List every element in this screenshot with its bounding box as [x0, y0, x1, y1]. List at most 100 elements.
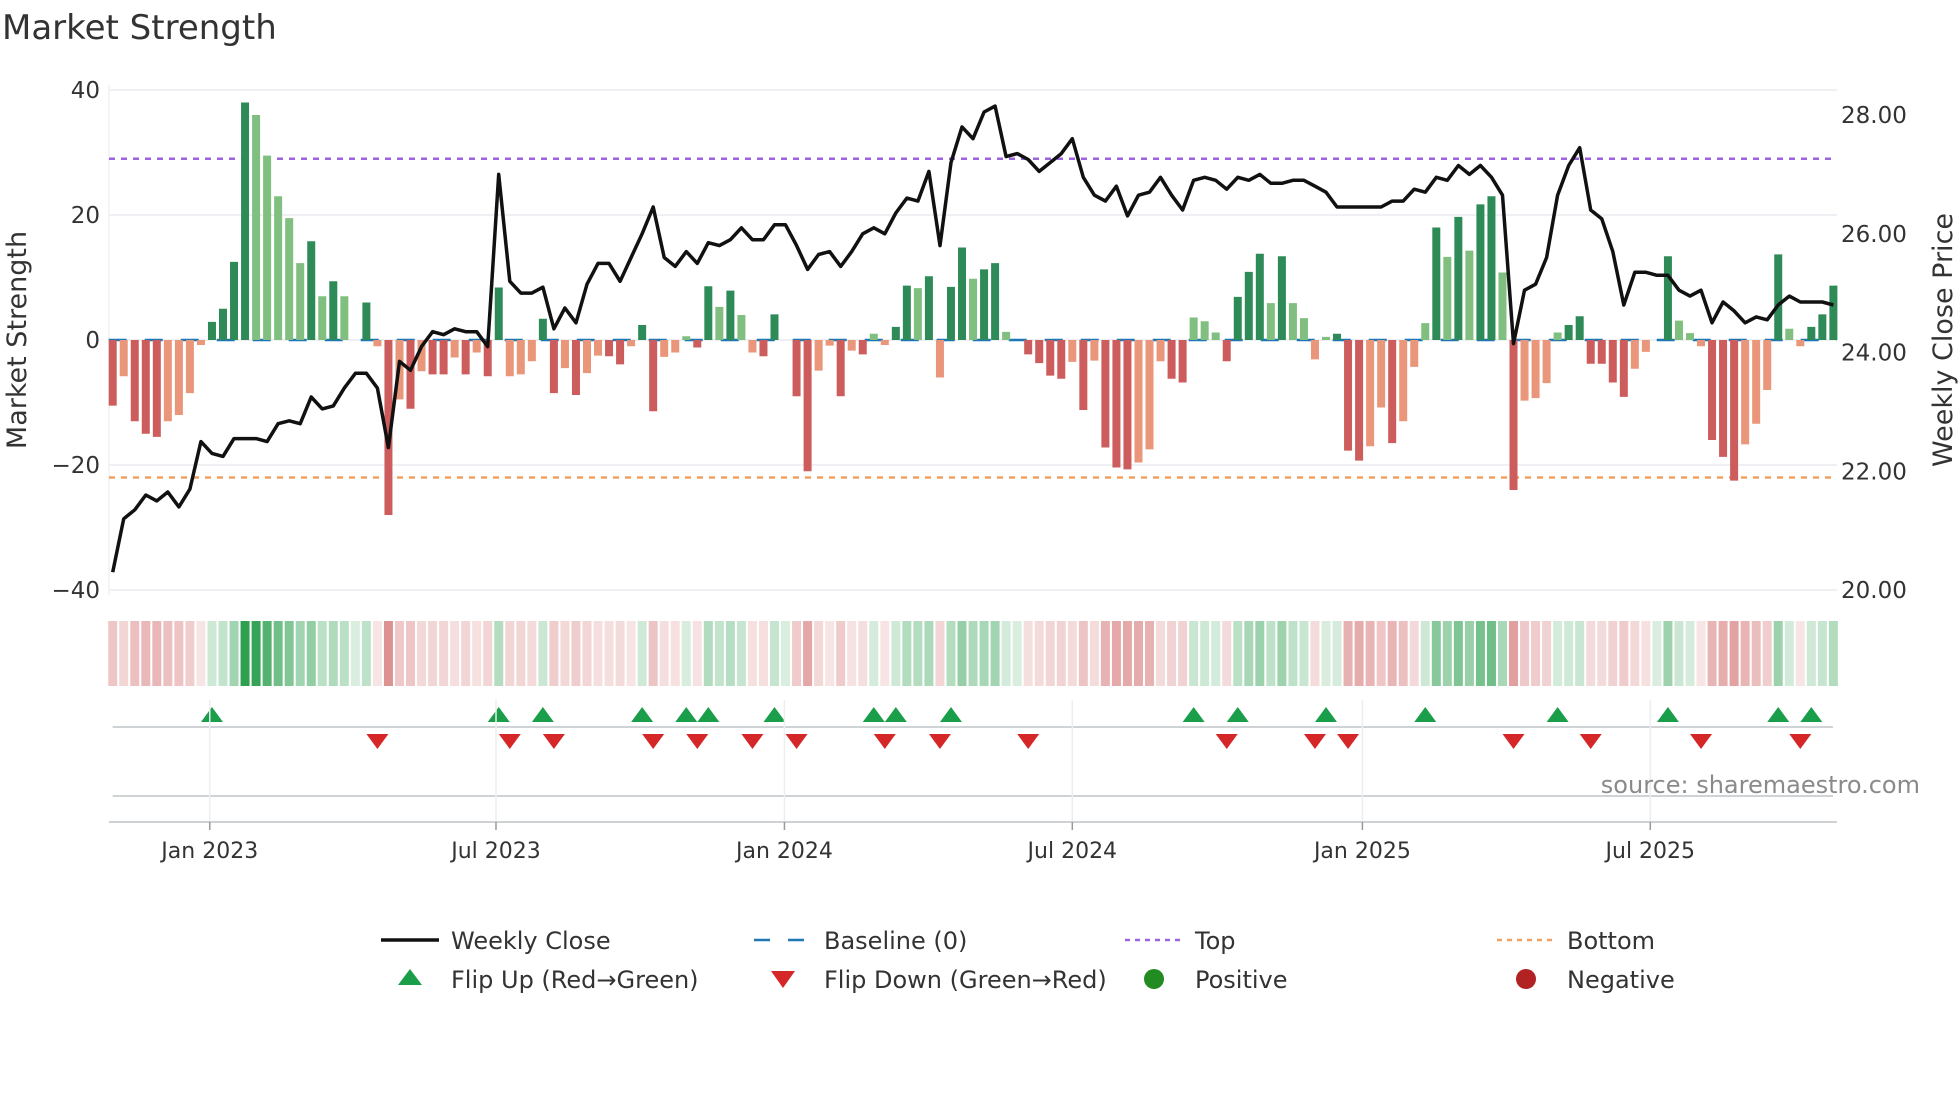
strip-cell: [1762, 621, 1772, 686]
strip-cell: [1475, 621, 1485, 686]
strip-cell: [792, 621, 802, 686]
strip-cell: [648, 621, 658, 686]
strip-cell: [284, 621, 294, 686]
strength-bar: [1763, 340, 1772, 390]
strength-bar: [605, 340, 614, 357]
flip-down-marker: [498, 734, 521, 749]
strip-cell: [626, 621, 636, 686]
triangle-up-icon: [398, 969, 422, 985]
strip-cell: [1575, 621, 1585, 686]
strength-bar: [1388, 340, 1397, 444]
strength-bar: [1719, 340, 1728, 457]
strip-cell: [1806, 621, 1816, 686]
x-tick-label: Jul 2023: [449, 839, 541, 864]
strip-cell: [1729, 621, 1739, 686]
strip-cell: [1122, 621, 1132, 686]
strip-cell: [990, 621, 1000, 686]
strength-bar: [1046, 340, 1055, 376]
flip-down-marker: [1303, 734, 1326, 749]
strip-cell: [1564, 621, 1574, 686]
strip-cell: [196, 621, 206, 686]
strength-bar: [461, 340, 470, 375]
strength-bar: [1288, 303, 1297, 340]
triangle-down-icon: [771, 971, 795, 988]
strength-bar: [1586, 340, 1595, 364]
strip-cell: [858, 621, 868, 686]
strength-bar: [340, 296, 349, 340]
legend-label: Bottom: [1567, 927, 1655, 955]
x-tick-label: Jan 2025: [1312, 839, 1411, 864]
strip-cell: [1619, 621, 1629, 686]
flip-up-marker: [531, 707, 554, 722]
strip-cell: [880, 621, 890, 686]
strip-cell: [935, 621, 945, 686]
strength-bar: [1123, 340, 1132, 470]
strip-cell: [1145, 621, 1155, 686]
strength-bar: [1211, 332, 1220, 340]
strength-bar: [693, 340, 702, 348]
legend-item: Top: [1125, 927, 1236, 955]
strip-cell: [1707, 621, 1717, 686]
strip-cell: [1211, 621, 1221, 686]
strength-bar: [1630, 340, 1639, 369]
source-label: source: sharemaestro.com: [1601, 771, 1920, 799]
flip-down-marker: [642, 734, 665, 749]
strength-bar: [1068, 340, 1077, 362]
strength-bar: [1421, 323, 1430, 340]
strip-cell: [306, 621, 316, 686]
strength-bar: [902, 285, 911, 340]
legend-label: Baseline (0): [824, 927, 967, 955]
strip-cell: [703, 621, 713, 686]
strength-bar: [174, 340, 183, 415]
strength-bar: [1575, 316, 1584, 340]
flip-up-marker: [200, 707, 223, 722]
strip-cell: [1288, 621, 1298, 686]
strength-bar: [1774, 254, 1783, 340]
y-tick-label: −20: [51, 453, 100, 479]
strength-bar: [516, 340, 525, 375]
strip-cell: [1663, 621, 1673, 686]
strength-bar: [1597, 340, 1606, 364]
strip-cell: [1464, 621, 1474, 686]
flip-down-marker: [1789, 734, 1812, 749]
strip-cell: [615, 621, 625, 686]
flip-down-marker: [366, 734, 389, 749]
strip-cell: [725, 621, 735, 686]
strength-bar: [1222, 340, 1231, 362]
strip-cell: [472, 621, 482, 686]
strength-bar: [913, 288, 922, 340]
strength-bar: [792, 340, 801, 397]
strip-cell: [218, 621, 228, 686]
strength-bar: [549, 340, 558, 394]
strength-bar: [274, 196, 283, 340]
flip-down-marker: [741, 734, 764, 749]
strength-bar: [1410, 340, 1419, 367]
strength-bar: [185, 340, 194, 394]
flip-down-marker: [1579, 734, 1602, 749]
strip-cell: [1277, 621, 1287, 686]
flip-markers: [112, 707, 1833, 797]
strength-bar: [737, 315, 746, 340]
strength-bar: [571, 340, 580, 395]
strength-bar: [318, 296, 327, 340]
strength-bar: [869, 333, 878, 340]
strength-bar: [803, 340, 812, 472]
strip-cell: [1133, 621, 1143, 686]
strip-cell: [593, 621, 603, 686]
strength-bar: [1244, 271, 1253, 340]
strip-cell: [1696, 621, 1706, 686]
strength-bar: [196, 340, 205, 345]
flip-up-marker: [939, 707, 962, 722]
strip-cell: [240, 621, 250, 686]
strip-cell: [1189, 621, 1199, 686]
strip-cell: [1674, 621, 1684, 686]
strip-cell: [979, 621, 989, 686]
strip-cell: [1553, 621, 1563, 686]
flip-up-marker: [1800, 707, 1823, 722]
strength-bar: [935, 340, 944, 378]
flip-up-marker: [1226, 707, 1249, 722]
strength-bar: [1663, 256, 1672, 340]
y-tick-label: 0: [85, 328, 100, 354]
strip-cell: [439, 621, 449, 686]
strip-cell: [1178, 621, 1188, 686]
